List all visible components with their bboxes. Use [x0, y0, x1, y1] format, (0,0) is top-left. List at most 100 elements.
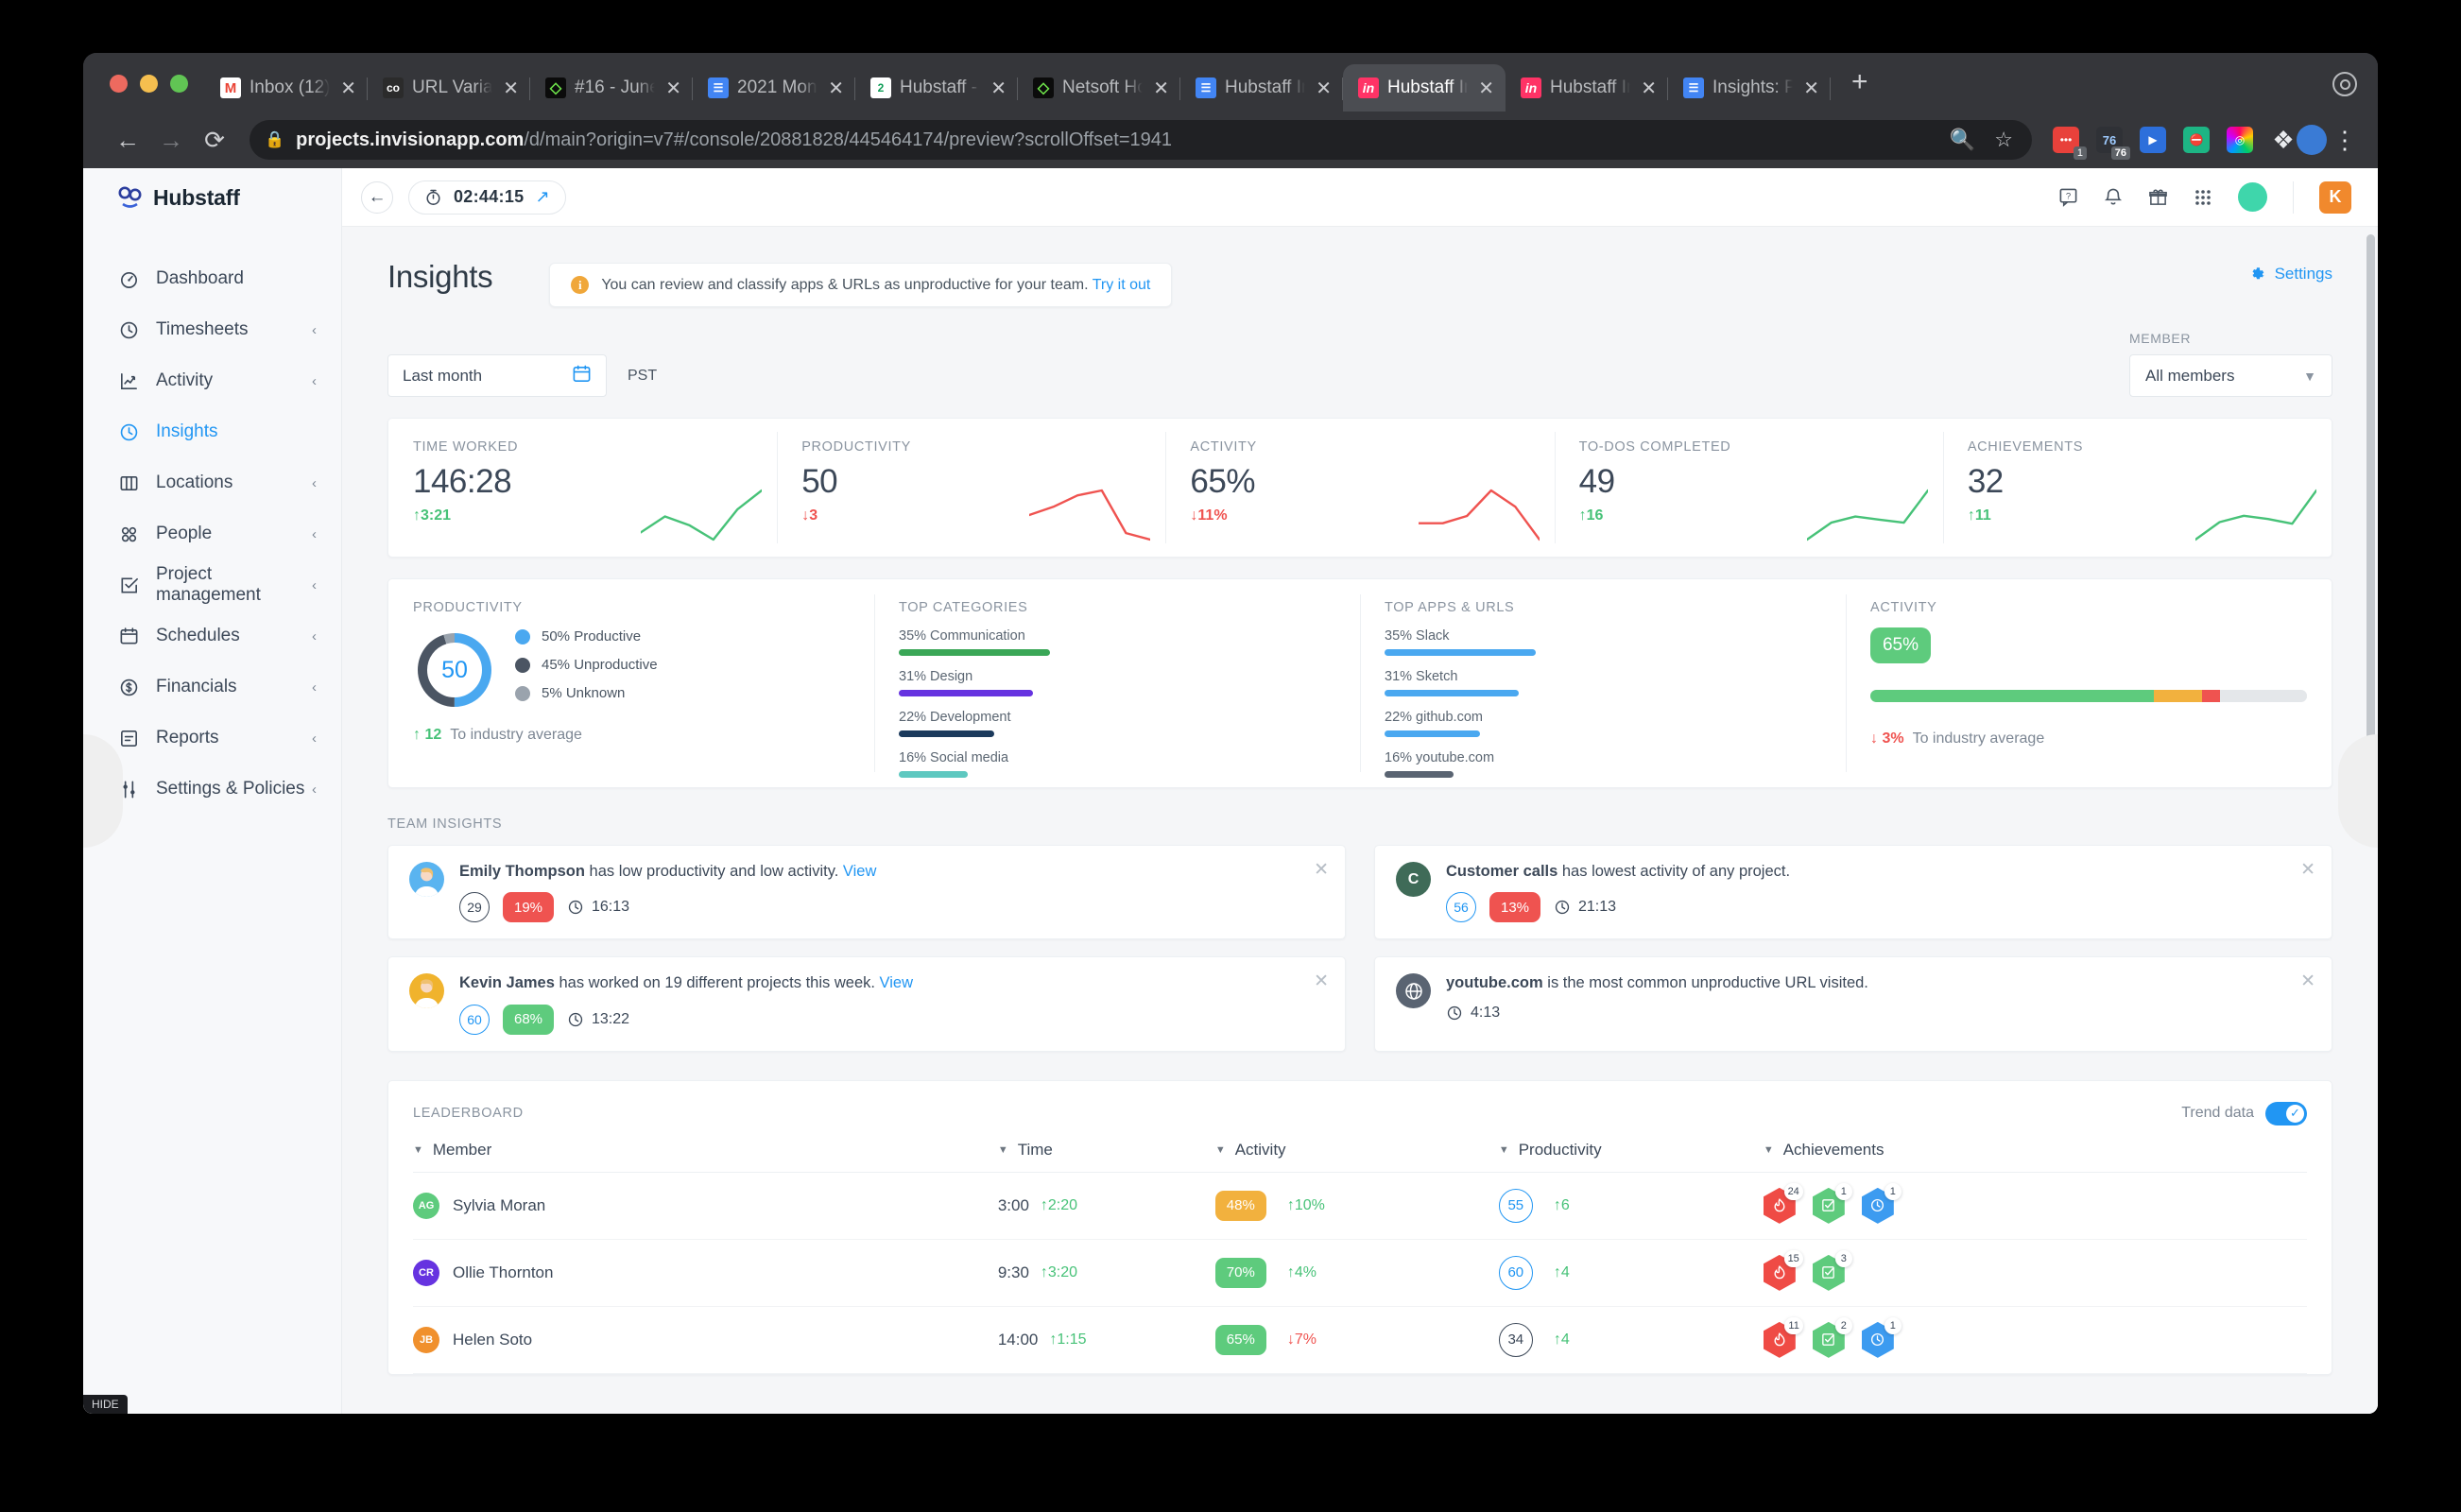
minimize-window-button[interactable] [140, 75, 158, 93]
help-icon[interactable]: ? [2058, 187, 2078, 207]
close-icon[interactable]: ✕ [826, 77, 844, 100]
apps-grid-icon[interactable] [2194, 188, 2212, 207]
gift-icon[interactable] [2148, 187, 2168, 207]
url-omnibox[interactable]: 🔒 projects.invisionapp.com/d/main?origin… [250, 120, 2032, 160]
browser-tab[interactable]: ◇#16 - June ne✕ [530, 64, 693, 112]
banner-link[interactable]: Try it out [1093, 277, 1151, 293]
maximize-window-button[interactable] [170, 75, 188, 93]
achievement-badge[interactable]: 15 [1764, 1255, 1796, 1291]
chevron-right-icon[interactable]: ‹ [312, 475, 317, 491]
org-initial-badge[interactable]: K [2319, 181, 2351, 214]
close-icon[interactable]: ✕ [501, 77, 519, 100]
block-extension-icon[interactable]: ⛔ [2183, 127, 2210, 153]
column-header-productivity[interactable]: ▼Productivity [1499, 1141, 1764, 1173]
achievement-badge[interactable]: 24 [1764, 1188, 1796, 1224]
sidebar-item-schedules[interactable]: Schedules‹ [83, 610, 341, 662]
column-header-member[interactable]: ▼Member [413, 1141, 998, 1173]
view-link[interactable]: View [880, 974, 913, 991]
chevron-right-icon[interactable]: ‹ [312, 577, 317, 593]
date-range-picker[interactable]: Last month [387, 354, 607, 397]
achievement-badge[interactable]: 2 [1813, 1322, 1845, 1358]
browser-tab[interactable]: ◇Netsoft Holdi✕ [1018, 64, 1180, 112]
achievement-badge[interactable]: 1 [1862, 1188, 1894, 1224]
table-row[interactable]: CROllie Thornton9:30↑3:2070%↑4%60↑4153 [413, 1239, 2307, 1306]
column-header-achievements[interactable]: ▼Achievements [1764, 1141, 2307, 1173]
sidebar-item-reports[interactable]: Reports‹ [83, 713, 341, 764]
sidebar-item-project-management[interactable]: Project management‹ [83, 559, 341, 610]
back-icon[interactable]: ← [106, 118, 149, 162]
close-icon[interactable]: ✕ [1801, 77, 1819, 100]
timer-widget[interactable]: 02:44:15 ↗ [408, 180, 566, 215]
chevron-right-icon[interactable]: ‹ [312, 373, 317, 389]
chevron-right-icon[interactable]: ‹ [312, 679, 317, 696]
browser-tab[interactable]: coURL Variables✕ [368, 64, 530, 112]
close-icon[interactable]: ✕ [1151, 77, 1169, 100]
column-header-time[interactable]: ▼Time [998, 1141, 1215, 1173]
close-icon[interactable]: ✕ [663, 77, 681, 100]
browser-tab[interactable]: ☰Hubstaff Insig✕ [1180, 64, 1343, 112]
sort-caret-icon[interactable]: ▼ [413, 1144, 423, 1156]
achievement-badge[interactable]: 11 [1764, 1322, 1796, 1358]
trend-data-toggle[interactable]: Trend data ✓ [2181, 1102, 2307, 1125]
browser-tab[interactable]: inHubstaff Insig✕ [1343, 64, 1506, 112]
close-icon[interactable]: ✕ [2300, 971, 2315, 992]
column-header-activity[interactable]: ▼Activity [1215, 1141, 1499, 1173]
sort-caret-icon[interactable]: ▼ [1764, 1144, 1774, 1156]
topbar-back-button[interactable]: ← [361, 181, 393, 214]
chevron-right-icon[interactable]: ‹ [312, 322, 317, 338]
timer-expand-icon[interactable]: ↗ [535, 187, 549, 207]
reload-icon[interactable]: ⟳ [193, 118, 236, 162]
sort-caret-icon[interactable]: ▼ [1499, 1144, 1509, 1156]
close-window-button[interactable] [110, 75, 128, 93]
forward-icon[interactable]: → [149, 118, 193, 162]
close-icon[interactable]: ✕ [2300, 859, 2315, 881]
close-icon[interactable]: ✕ [1314, 859, 1329, 881]
bookmark-star-icon[interactable]: ☆ [1994, 128, 2013, 152]
bell-icon[interactable] [2104, 187, 2123, 207]
new-tab-button[interactable]: + [1831, 68, 1868, 112]
sidebar-item-timesheets[interactable]: Timesheets‹ [83, 304, 341, 355]
browser-tab[interactable]: ☰2021 Monthly✕ [693, 64, 855, 112]
chevron-right-icon[interactable]: ‹ [312, 782, 317, 798]
sidebar-item-financials[interactable]: Financials‹ [83, 662, 341, 713]
browser-tab[interactable]: inHubstaff Insig✕ [1506, 64, 1668, 112]
sort-caret-icon[interactable]: ▼ [1215, 1144, 1226, 1156]
sort-caret-icon[interactable]: ▼ [998, 1144, 1008, 1156]
sidebar-item-people[interactable]: People‹ [83, 508, 341, 559]
close-icon[interactable]: ✕ [1639, 77, 1657, 100]
chevron-right-icon[interactable]: ‹ [312, 730, 317, 747]
view-link[interactable]: View [843, 863, 876, 880]
table-row[interactable]: AGSylvia Moran3:00↑2:2048%↑10%55↑62411 [413, 1172, 2307, 1239]
sidebar-item-locations[interactable]: Locations‹ [83, 457, 341, 508]
hide-toolbar-tag[interactable]: HIDE [83, 1395, 128, 1414]
profile-icon[interactable] [2332, 72, 2357, 96]
sidebar-item-activity[interactable]: Activity‹ [83, 355, 341, 406]
achievement-badge[interactable]: 1 [1813, 1188, 1845, 1224]
chevron-right-icon[interactable]: ‹ [312, 526, 317, 542]
brand-logo-area[interactable]: Hubstaff [83, 168, 341, 227]
chevron-right-icon[interactable]: ‹ [312, 628, 317, 644]
close-icon[interactable]: ✕ [989, 77, 1007, 100]
search-icon[interactable]: 🔍 [1950, 128, 1975, 152]
puzzle-extension-icon[interactable]: ❖ [2270, 127, 2297, 153]
table-row[interactable]: JBHelen Soto14:00↑1:1565%↓7%34↑41121 [413, 1306, 2307, 1373]
toggle-switch[interactable]: ✓ [2265, 1102, 2307, 1125]
sidebar-item-dashboard[interactable]: Dashboard [83, 253, 341, 304]
close-icon[interactable]: ✕ [1314, 971, 1329, 992]
achievement-badge[interactable]: 3 [1813, 1255, 1845, 1291]
video-extension-icon[interactable]: ▶ [2140, 127, 2166, 153]
member-select[interactable]: All members ▼ [2129, 354, 2332, 397]
close-icon[interactable]: ✕ [1314, 77, 1332, 100]
browser-tab[interactable]: ☰Insights: Paid✕ [1668, 64, 1831, 112]
browser-tab[interactable]: 2Hubstaff - Ca✕ [855, 64, 1018, 112]
browser-profile-avatar[interactable] [2297, 125, 2327, 155]
browser-tab[interactable]: MInbox (12) - g✕ [205, 64, 368, 112]
chrome-menu-icon[interactable]: ⋮ [2327, 136, 2357, 144]
counter-extension-icon[interactable]: 7676 [2096, 127, 2123, 153]
adblock-extension-icon[interactable]: •••1 [2053, 127, 2079, 153]
avatar[interactable] [2238, 182, 2267, 212]
settings-link[interactable]: Settings [2248, 265, 2332, 284]
sidebar-item-insights[interactable]: Insights [83, 406, 341, 457]
camera-extension-icon[interactable]: ◎ [2227, 127, 2253, 153]
close-icon[interactable]: ✕ [338, 77, 356, 100]
